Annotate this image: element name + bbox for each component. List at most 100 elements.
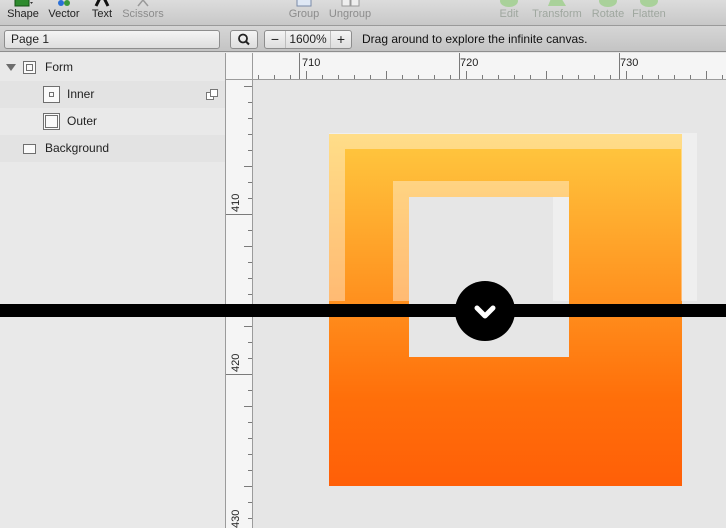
layer-form[interactable]: Form [0,54,225,81]
scissors-tool[interactable]: Scissors [120,0,166,26]
zoom-control: − 1600% + [264,30,352,49]
ruler-tick [450,75,451,79]
layer-outer[interactable]: Outer [0,108,225,135]
ruler-tick [244,86,252,87]
group-tool[interactable]: Group [285,0,323,26]
ruler-major-tick [459,53,460,79]
ruler-tick [546,71,547,79]
ungroup-icon [341,0,360,7]
ruler-tick [244,486,252,487]
text-tool-label: Text [91,8,113,20]
ungroup-tool[interactable]: Ungroup [326,0,374,26]
ruler-tick [248,438,252,439]
transform-tool-label: Transform [532,8,582,20]
ruler-tick [248,102,252,103]
canvas-toolbar: Page 1 − 1600% + Drag around to explore … [0,26,726,52]
ruler-tick [248,134,252,135]
ruler-tick [482,75,483,79]
ruler-tick [562,75,563,79]
ruler-major-tick [226,214,252,215]
chevron-down-icon [474,305,496,319]
zoom-search-button[interactable] [230,30,258,49]
ruler-tick [642,75,643,79]
ruler-label: 430 [230,509,242,528]
ruler-major-tick [299,53,300,79]
ruler-tick [418,75,419,79]
ruler-tick [248,518,252,519]
ruler-tick [530,75,531,79]
flatten-tool-label: Flatten [632,8,666,20]
ruler-tick [248,470,252,471]
ruler-tick [274,75,275,79]
boolean-operation-icon[interactable] [206,89,218,101]
vector-tool[interactable]: Vector [45,0,83,26]
transform-icon [548,0,566,6]
ruler-tick [434,75,435,79]
ruler-corner [226,53,253,80]
zoom-out-button[interactable]: − [265,31,285,48]
rotate-icon [599,0,617,7]
ruler-tick [626,71,627,79]
ruler-tick [354,75,355,79]
ruler-tick [244,166,252,167]
ruler-tick [248,262,252,263]
ruler-major-tick [226,374,252,375]
rectangle-layer-icon [23,144,36,154]
ruler-tick [290,75,291,79]
ruler-tick [386,71,387,79]
horizontal-ruler: 710 720 730 [226,53,726,80]
layer-inner[interactable]: Inner [0,81,225,108]
ruler-label: 720 [460,57,479,69]
ruler-label: 410 [230,193,242,212]
transform-tool[interactable]: Transform [529,0,585,26]
flatten-tool[interactable]: Flatten [630,0,668,26]
ruler-tick [466,71,467,79]
ruler-tick [244,406,252,407]
shape-tool-label: Shape [7,8,39,20]
scissors-icon [137,0,149,7]
ruler-tick [248,358,252,359]
layers-panel: Form Inner Outer Background [0,53,226,528]
zoom-level: 1600% [285,31,331,48]
layer-label: Outer [67,114,98,128]
edit-icon [500,0,518,7]
disclosure-triangle-icon[interactable] [6,64,16,71]
ruler-tick [594,75,595,79]
scissors-tool-label: Scissors [122,8,164,20]
ruler-label: 420 [230,353,242,372]
ruler-tick [248,502,252,503]
ruler-tick [690,75,691,79]
page-selector[interactable]: Page 1 [4,30,220,49]
edit-tool[interactable]: Edit [494,0,524,26]
ruler-tick [248,278,252,279]
ruler-label: 710 [302,57,321,69]
ruler-tick [498,75,499,79]
text-tool[interactable]: Text [86,0,118,26]
ruler-tick [578,75,579,79]
zoom-in-button[interactable]: + [331,31,351,48]
toolbar: Shape Vector Text Scissors Group Ungroup… [0,0,726,26]
layer-background[interactable]: Background [0,135,225,162]
vector-tool-label: Vector [48,8,80,20]
layer-label: Form [45,60,73,74]
ruler-tick [248,198,252,199]
rotate-tool[interactable]: Rotate [589,0,627,26]
group-layer-icon [23,61,36,74]
vector-icon [58,0,70,6]
ruler-tick [248,390,252,391]
edit-tool-label: Edit [499,8,519,20]
ruler-tick [248,118,252,119]
expand-toggle-button[interactable] [455,281,515,341]
ruler-tick [248,422,252,423]
canvas-hint: Drag around to explore the infinite canv… [362,32,588,46]
ruler-tick [706,71,707,79]
shape-tool[interactable]: Shape [4,0,42,26]
ruler-tick [370,75,371,79]
text-icon [94,0,110,7]
ruler-label: 730 [620,57,639,69]
ruler-tick [674,75,675,79]
shape-layer-icon [43,86,60,103]
ruler-tick [244,326,252,327]
ruler-tick [248,230,252,231]
ungroup-tool-label: Ungroup [328,8,372,20]
